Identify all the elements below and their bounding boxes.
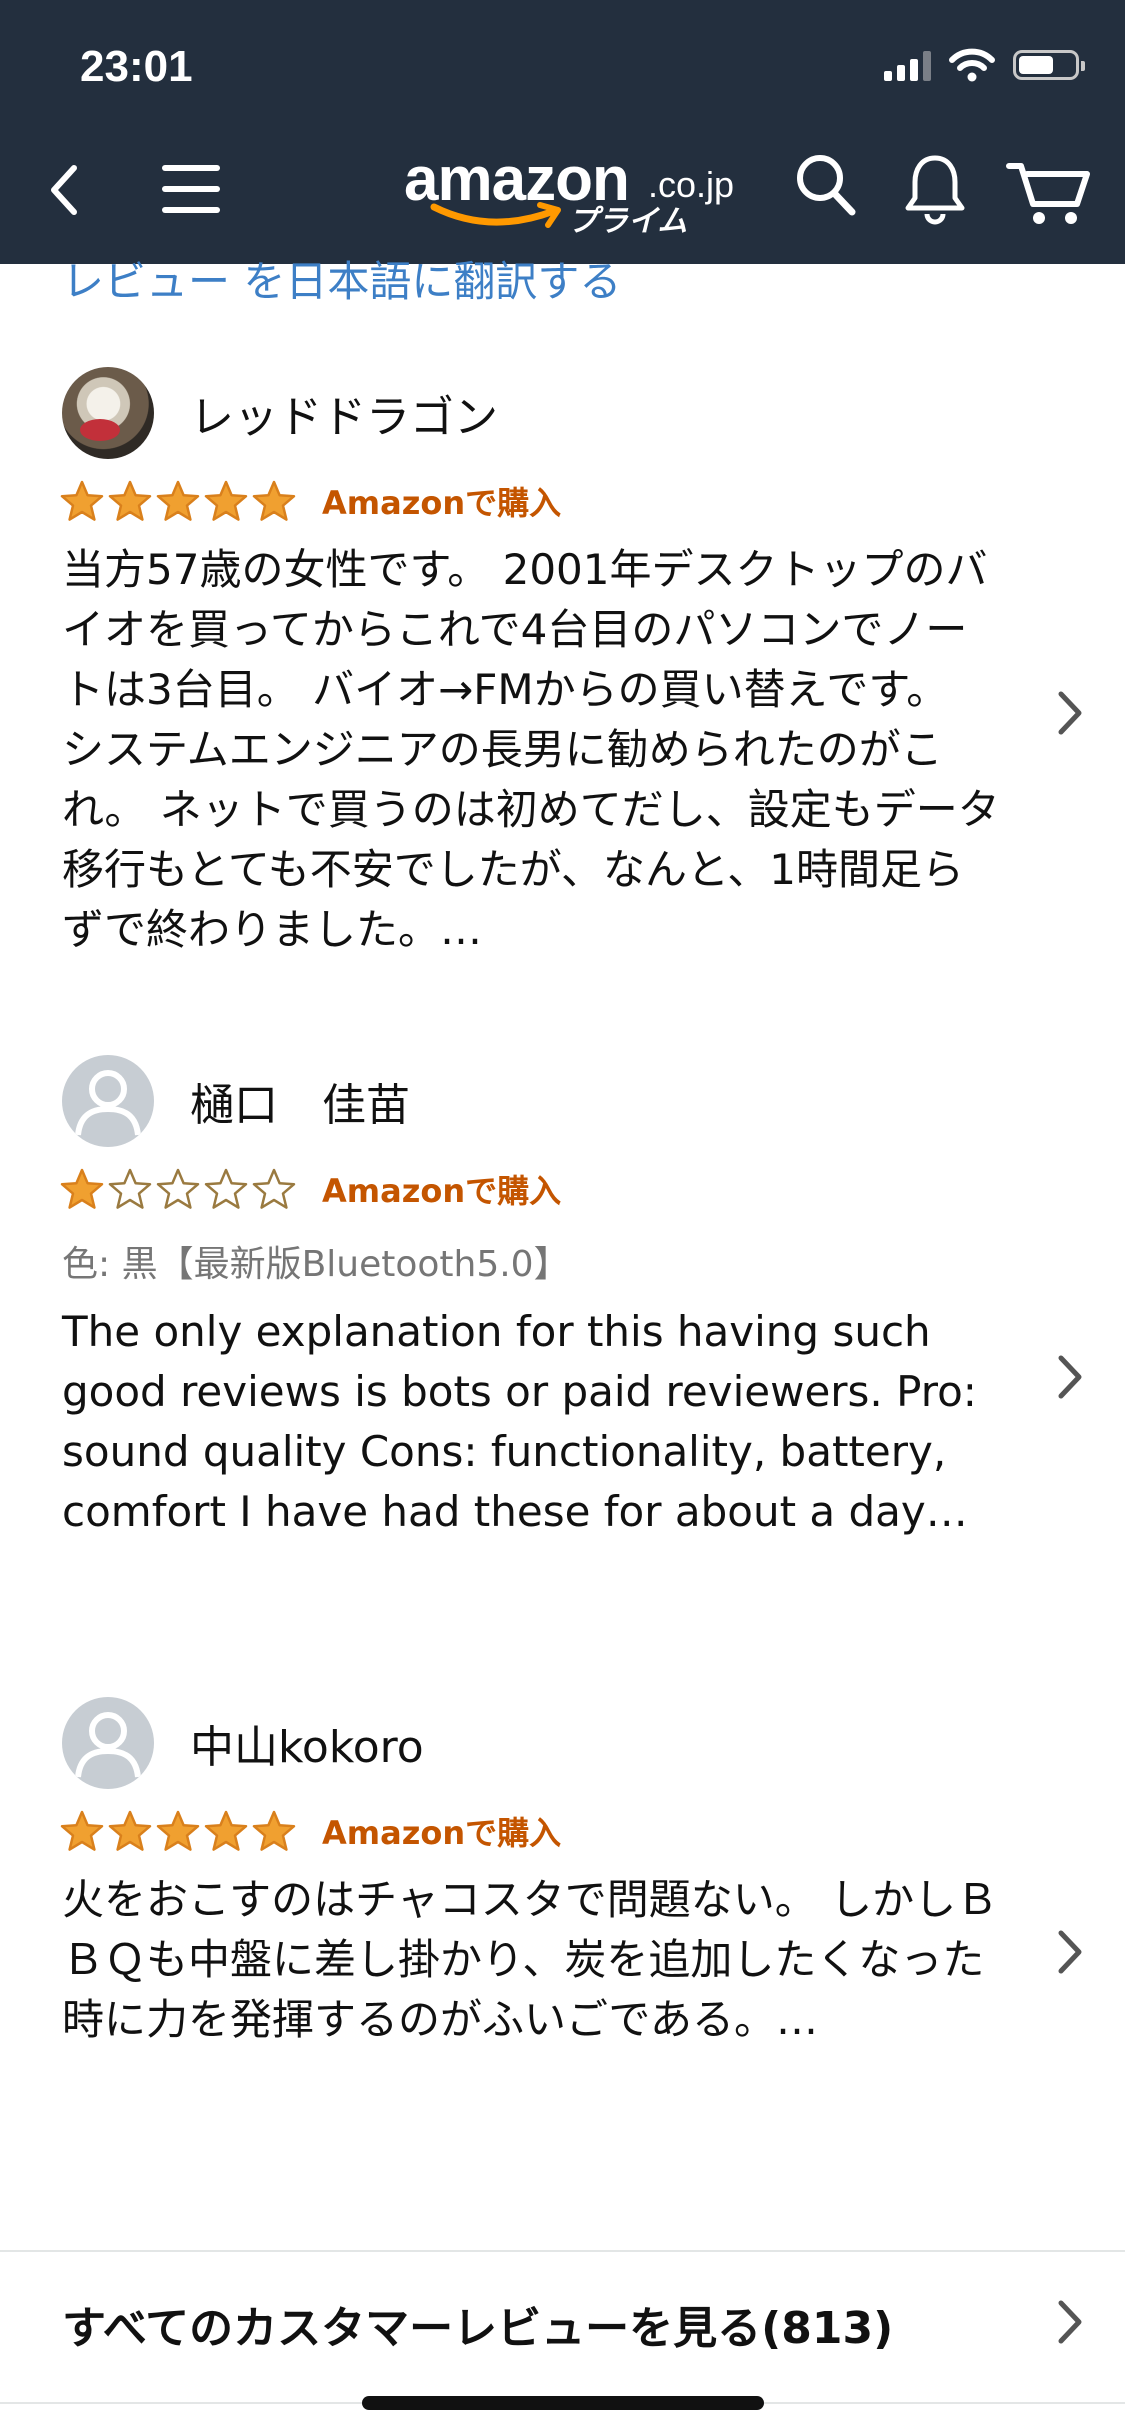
reviewer-name: 中山kokoro <box>190 1722 424 1773</box>
star-filled-icon <box>252 1810 296 1851</box>
search-icon[interactable] <box>792 150 858 220</box>
verified-purchase-label: Amazonで購入 <box>322 1172 562 1210</box>
star-empty-icon <box>156 1168 200 1209</box>
smile-arrow-icon <box>430 202 561 228</box>
verified-purchase-label: Amazonで購入 <box>322 484 562 522</box>
battery-icon <box>1013 50 1085 80</box>
star-filled-icon <box>108 1810 152 1851</box>
reviewer: 樋口 佳苗 <box>62 1055 410 1147</box>
avatar <box>62 367 154 459</box>
menu-icon[interactable] <box>162 165 220 215</box>
star-filled-icon <box>60 480 104 521</box>
amazon-prime-logo[interactable]: amazon .co.jp プライム <box>400 145 734 239</box>
notification-bell-icon[interactable] <box>903 150 967 228</box>
review-text: 火をおこすのはチャコスタで問題ない。 しかしＢＢＱも中盤に差し掛かり、炭を追加し… <box>62 1875 999 2044</box>
star-filled-icon <box>252 480 296 521</box>
default-user-icon <box>75 1712 141 1778</box>
rating-row: Amazonで購入 <box>60 1808 561 1854</box>
review-text: The only explanation for this having suc… <box>62 1307 977 1536</box>
review-text: 当方57歳の女性です。 2001年デスクトップのバイオを買ってからこれで4台目の… <box>62 545 1000 954</box>
all-reviews-link[interactable]: すべてのカスタマーレビューを見る(813) <box>62 2292 893 2356</box>
reviewer-name: レッドドラゴン <box>190 392 498 443</box>
star-empty-icon <box>252 1168 296 1209</box>
default-user-icon <box>75 1070 141 1136</box>
product-variant: 色: 黒【最新版Bluetooth5.0】 <box>62 1244 570 1285</box>
avatar <box>62 1055 154 1147</box>
chevron-right-icon[interactable] <box>1055 1352 1085 1402</box>
star-filled-icon <box>156 480 200 521</box>
star-filled-icon <box>156 1810 200 1851</box>
cellular-signal-icon <box>884 49 931 81</box>
status-time: 23:01 <box>80 42 193 91</box>
back-icon[interactable] <box>40 160 90 220</box>
wifi-icon <box>949 48 995 82</box>
divider <box>0 2250 1125 2252</box>
star-rating <box>60 1810 296 1852</box>
logo-prime: プライム <box>568 204 688 239</box>
star-rating <box>60 480 296 522</box>
app-header: 23:01 amazon .co.jp プライム <box>0 0 1125 264</box>
home-indicator <box>362 2396 764 2410</box>
star-filled-icon <box>108 480 152 521</box>
rating-row: Amazonで購入 <box>60 1166 561 1212</box>
star-rating <box>60 1168 296 1210</box>
chevron-right-icon[interactable] <box>1055 688 1085 738</box>
reviewer: 中山kokoro <box>62 1697 424 1789</box>
verified-purchase-label: Amazonで購入 <box>322 1814 562 1852</box>
star-empty-icon <box>108 1168 152 1209</box>
star-empty-icon <box>204 1168 248 1209</box>
star-filled-icon <box>204 480 248 521</box>
star-filled-icon <box>204 1810 248 1851</box>
cart-icon[interactable] <box>1005 156 1095 230</box>
reviewer-name: 樋口 佳苗 <box>190 1080 410 1131</box>
chevron-right-icon[interactable] <box>1055 1927 1085 1977</box>
avatar <box>62 1697 154 1789</box>
star-filled-icon <box>60 1168 104 1209</box>
translate-reviews-link[interactable]: レビュー を日本語に翻訳する <box>62 248 621 309</box>
status-icons <box>884 48 1085 82</box>
rating-row: Amazonで購入 <box>60 478 561 524</box>
star-filled-icon <box>60 1810 104 1851</box>
reviewer: レッドドラゴン <box>62 367 498 459</box>
chevron-right-icon[interactable] <box>1055 2297 1085 2347</box>
